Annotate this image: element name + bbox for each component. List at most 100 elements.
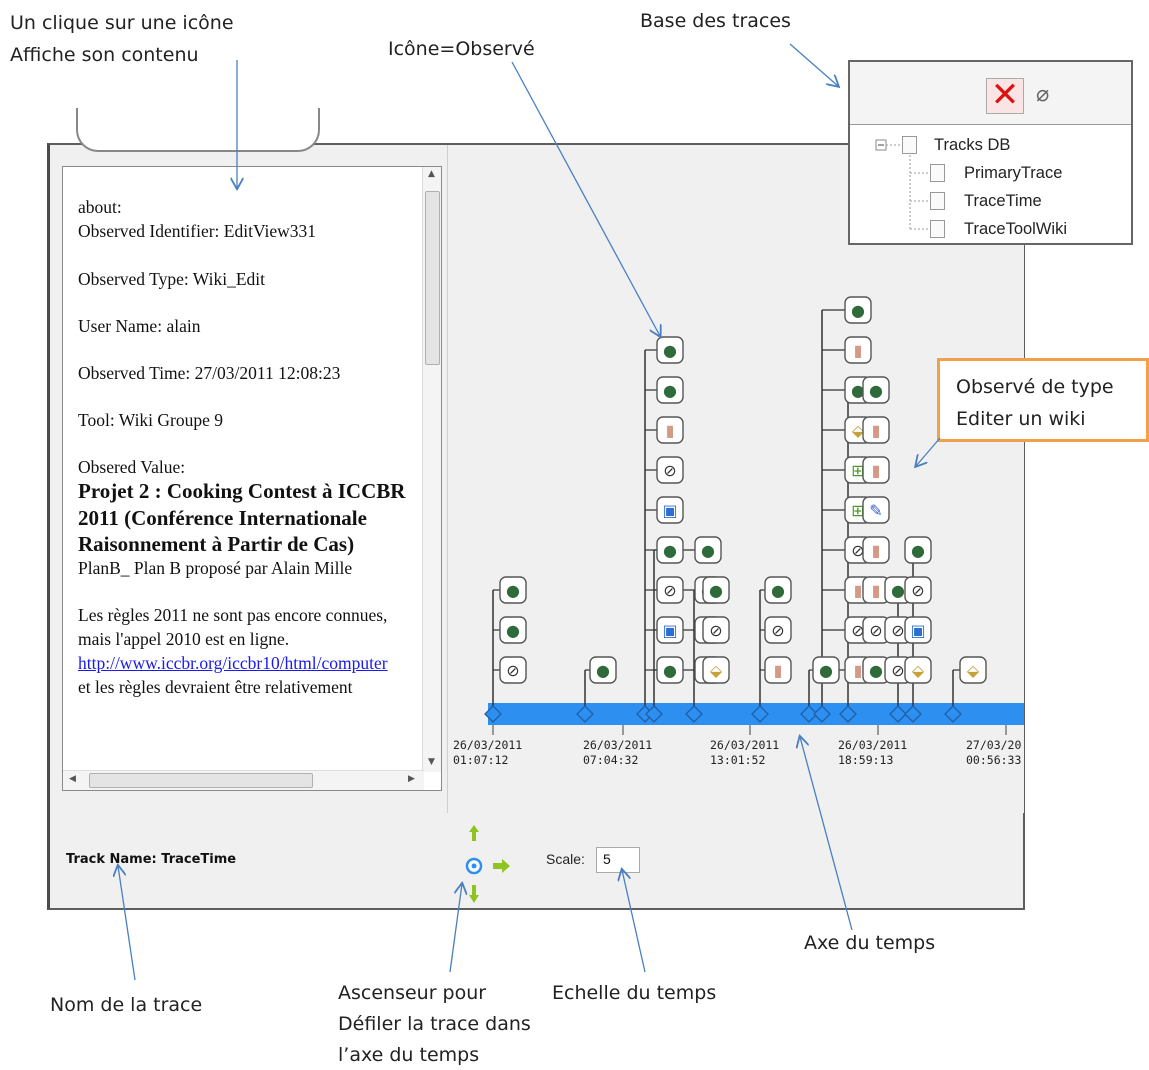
- observed-stop-icon[interactable]: ⊘: [656, 576, 684, 604]
- svg-text:07:04:32: 07:04:32: [583, 753, 638, 767]
- details-text: about: Observed Identifier: EditView331 …: [78, 195, 423, 699]
- about-line: about:: [78, 197, 122, 217]
- svg-text:⊘: ⊘: [771, 621, 784, 640]
- tree-item-trace-time[interactable]: TraceTime: [964, 192, 1042, 211]
- observed-book-icon[interactable]: ▮: [862, 456, 890, 484]
- svg-text:⊘: ⊘: [663, 581, 676, 600]
- annotation-icon-observed: Icône=Observé: [388, 38, 535, 60]
- scroll-right-arrow-icon[interactable]: ▶: [408, 774, 415, 784]
- timeline-svg[interactable]: ⊘●●●●▣⊘●▣⊘▮●●⬙⊘●●⬙⊘●▮⊘●●▮⊘▮⊘⊞⊞⬙●▮●●⊘▮▮✎▮…: [448, 145, 1024, 813]
- observed-user-icon[interactable]: ●: [702, 576, 730, 604]
- svg-text:✎: ✎: [869, 501, 882, 520]
- annotation-click-icon-line1: Un clique sur une icône: [10, 12, 234, 34]
- observed-folder-icon[interactable]: ⬙: [904, 656, 932, 684]
- scroll-down-arrow-icon[interactable]: ▼: [428, 757, 435, 767]
- time-tick-label: 26/03/201113:01:52: [710, 738, 779, 767]
- svg-text:●: ●: [869, 661, 883, 680]
- svg-text:●: ●: [663, 541, 677, 560]
- trace-timeline[interactable]: ⊘●●●●▣⊘●▣⊘▮●●⬙⊘●●⬙⊘●▮⊘●●▮⊘▮⊘⊞⊞⬙●▮●●⊘▮▮✎▮…: [447, 145, 1024, 813]
- observed-user-icon[interactable]: ●: [656, 536, 684, 564]
- observed-screen-icon[interactable]: ▣: [656, 496, 684, 524]
- eraser-icon[interactable]: ⌀: [1036, 82, 1049, 107]
- user-name: User Name: alain: [78, 316, 201, 336]
- scale-input[interactable]: 5: [596, 847, 640, 873]
- svg-text:●: ●: [663, 341, 677, 360]
- observed-user-icon[interactable]: ●: [862, 376, 890, 404]
- svg-text:▮: ▮: [774, 661, 783, 680]
- svg-text:●: ●: [869, 381, 883, 400]
- svg-text:●: ●: [701, 541, 715, 560]
- svg-text:⊘: ⊘: [911, 581, 924, 600]
- observed-book-icon[interactable]: ▮: [844, 336, 872, 364]
- observed-book-icon[interactable]: ▮: [656, 416, 684, 444]
- time-tick-label: 26/03/201107:04:32: [583, 738, 652, 767]
- annotation-trace-name: Nom de la trace: [50, 994, 203, 1016]
- svg-text:⊘: ⊘: [709, 621, 722, 640]
- scroll-down-arrow-icon[interactable]: [469, 885, 479, 903]
- svg-text:●: ●: [506, 621, 520, 640]
- observed-screen-icon[interactable]: ▣: [904, 616, 932, 644]
- observed-stop-icon[interactable]: ⊘: [656, 456, 684, 484]
- observed-edit-wiki-icon[interactable]: ✎: [862, 496, 890, 524]
- svg-text:26/03/2011: 26/03/2011: [583, 738, 652, 752]
- tree-item-primary-trace[interactable]: PrimaryTrace: [964, 164, 1062, 183]
- observed-user-icon[interactable]: ●: [694, 536, 722, 564]
- svg-text:⬙: ⬙: [912, 661, 925, 680]
- track-name-label: Track Name:: [66, 852, 157, 867]
- svg-text:⊘: ⊘: [506, 661, 519, 680]
- svg-text:⊘: ⊘: [891, 661, 904, 680]
- tree-root-tracks-db[interactable]: Tracks DB: [934, 136, 1010, 155]
- observed-book-icon[interactable]: ▮: [862, 416, 890, 444]
- scroll-left-arrow-icon[interactable]: ◀: [69, 774, 76, 784]
- observed-user-icon[interactable]: ●: [844, 296, 872, 324]
- details-panel[interactable]: about: Observed Identifier: EditView331 …: [62, 166, 442, 791]
- vertical-scrollbar[interactable]: ▲ ▼: [422, 167, 441, 772]
- observed-book-icon[interactable]: ▮: [764, 656, 792, 684]
- observed-folder-icon[interactable]: ⬙: [702, 656, 730, 684]
- observed-book-icon[interactable]: ▮: [862, 536, 890, 564]
- observed-user-icon[interactable]: ●: [656, 336, 684, 364]
- scale-label: Scale:: [546, 851, 585, 867]
- annotation-observed-type-box: Observé de type Editer un wiki: [937, 358, 1149, 442]
- observed-screen-icon[interactable]: ▣: [656, 616, 684, 644]
- horizontal-scroll-thumb[interactable]: [89, 773, 313, 788]
- observed-user-icon[interactable]: ●: [764, 576, 792, 604]
- scroll-right-arrow-icon[interactable]: [493, 859, 510, 873]
- observed-stop-icon[interactable]: ⊘: [702, 616, 730, 644]
- svg-text:⬙: ⬙: [710, 661, 723, 680]
- observed-stop-icon[interactable]: ⊘: [764, 616, 792, 644]
- svg-text:26/03/2011: 26/03/2011: [838, 738, 907, 752]
- observed-identifier: Observed Identifier: EditView331: [78, 221, 317, 241]
- iccbr-link[interactable]: http://www.iccbr.org/iccbr10/html/comput…: [78, 651, 438, 675]
- vertical-scroll-thumb[interactable]: [425, 191, 440, 365]
- svg-text:●: ●: [506, 581, 520, 600]
- observed-user-icon[interactable]: ●: [499, 576, 527, 604]
- observed-user-icon[interactable]: ●: [656, 376, 684, 404]
- svg-text:⊘: ⊘: [869, 621, 882, 640]
- scroll-up-arrow-icon[interactable]: ▲: [428, 169, 435, 179]
- observed-stop-icon[interactable]: ⊘: [499, 656, 527, 684]
- observed-user-icon[interactable]: ●: [812, 656, 840, 684]
- observed-user-icon[interactable]: ●: [589, 656, 617, 684]
- tab-header-stub: [76, 108, 320, 152]
- tree-item-trace-tool-wiki[interactable]: TraceToolWiki: [964, 220, 1067, 239]
- tracks-db-toolbar: ✕ ⌀: [850, 62, 1131, 125]
- observed-value: Obsered Value:: [78, 457, 186, 477]
- table-icon: [930, 192, 945, 210]
- svg-text:▮: ▮: [872, 461, 881, 480]
- observed-type: Observed Type: Wiki_Edit: [78, 269, 265, 289]
- horizontal-scrollbar[interactable]: ◀ ▶: [63, 770, 424, 790]
- table-icon: [930, 220, 945, 238]
- annotation-click-icon-line2: Affiche son contenu: [10, 44, 199, 66]
- delete-icon[interactable]: ✕: [986, 78, 1024, 114]
- scroll-up-arrow-icon[interactable]: [469, 825, 479, 841]
- observed-stop-icon[interactable]: ⊘: [904, 576, 932, 604]
- timeline-scroller[interactable]: [462, 823, 522, 903]
- observed-user-icon[interactable]: ●: [904, 536, 932, 564]
- svg-text:●: ●: [771, 581, 785, 600]
- observed-folder-icon[interactable]: ⬙: [959, 656, 987, 684]
- annotation-trace-base: Base des traces: [640, 10, 791, 32]
- observed-user-icon[interactable]: ●: [656, 656, 684, 684]
- observed-user-icon[interactable]: ●: [499, 616, 527, 644]
- svg-text:●: ●: [891, 581, 905, 600]
